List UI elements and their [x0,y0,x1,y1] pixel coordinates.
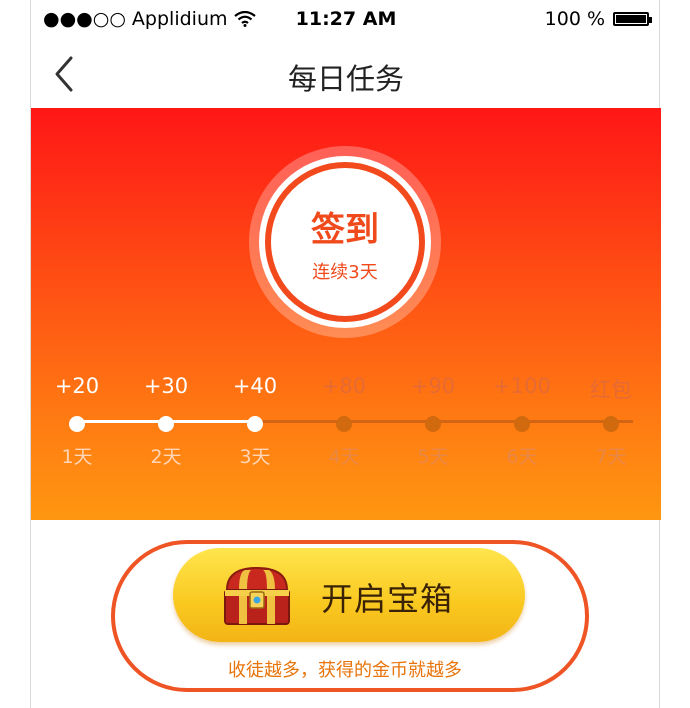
day-dot [158,416,174,432]
day-label: 3天 [239,446,271,468]
day-dot [603,416,619,432]
day-reward: +100 [493,374,551,398]
day-reward: +20 [54,374,100,398]
day-reward: +90 [410,374,456,398]
day-reward: +30 [143,374,189,398]
day-reward: 红包 [590,378,632,402]
checkin-streak: 连续3天 [312,262,378,283]
checkin-panel: 签到 连续3天 +20 1天 +30 2天 +40 3天 +80 4天 +90 5天 +100 6天 红… [31,108,661,520]
nav-bar: 每日任务 [31,40,661,108]
invite-hint: 收徒越多，获得的金币就越多 [228,660,462,681]
day-label: 5天 [417,446,449,468]
day-dot [425,416,441,432]
day-label: 7天 [595,446,627,468]
day-dot [69,416,85,432]
battery-text: 100 % [544,8,605,30]
page-title: 每日任务 [287,62,404,96]
day-reward: +80 [321,374,367,398]
battery-icon [613,12,652,26]
day-dot [336,416,352,432]
day-dot [247,416,263,432]
day-reward: +40 [232,374,278,398]
checkin-label: 签到 [311,210,379,250]
day-label: 1天 [61,446,93,468]
open-chest-button[interactable]: 开启宝箱 [173,548,525,642]
phone-screen: ●●●○○ Applidium 11:27 AM 100 % 每日任务 签到 连 [30,0,661,708]
open-chest-label: 开启宝箱 [321,580,454,618]
treasure-chest-icon [224,566,290,625]
day-label: 6天 [506,446,538,468]
day-dot [514,416,530,432]
status-bar: ●●●○○ Applidium 11:27 AM 100 % [31,0,661,40]
day-label: 4天 [328,446,360,468]
battery-fill [616,15,646,23]
day-label: 2天 [150,446,182,468]
checkin-button[interactable]: 签到 连续3天 [265,162,425,322]
status-right: 100 % [544,8,652,30]
